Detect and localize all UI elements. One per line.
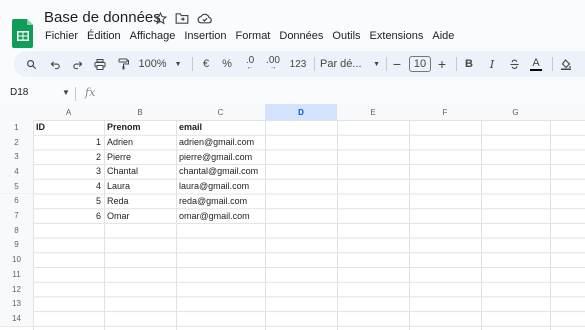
- cell-b7[interactable]: Omar: [104, 208, 176, 223]
- cell-b5[interactable]: Laura: [104, 179, 176, 194]
- row-header-12[interactable]: 12: [0, 281, 33, 297]
- cell-a6[interactable]: 5: [33, 194, 104, 209]
- redo-icon[interactable]: [70, 51, 84, 77]
- currency-format-button[interactable]: €: [200, 51, 212, 77]
- cell-b2[interactable]: Adrien: [104, 135, 176, 150]
- percent-format-button[interactable]: %: [220, 51, 234, 77]
- column-header-g[interactable]: G: [481, 104, 550, 120]
- chevron-down-icon: ▼: [174, 60, 182, 68]
- row-header-14[interactable]: 14: [0, 311, 33, 326]
- increase-font-size-button[interactable]: +: [435, 51, 449, 77]
- title-icons: [153, 11, 213, 30]
- row-header-2[interactable]: 2: [0, 134, 33, 150]
- formula-divider: [75, 87, 76, 101]
- column-header-a[interactable]: A: [33, 104, 104, 120]
- decrease-decimal-button[interactable]: .0 ←: [241, 51, 259, 77]
- cell-c2[interactable]: adrien@gmail.com: [176, 135, 265, 150]
- row-header-7[interactable]: 7: [0, 208, 33, 223]
- sheets-logo-icon[interactable]: [12, 18, 34, 48]
- bold-button[interactable]: B: [463, 51, 475, 77]
- menu-bar: Fichier Édition Affichage Insertion Form…: [45, 30, 463, 42]
- chevron-down-icon[interactable]: ▼: [62, 88, 70, 97]
- row-header-5[interactable]: 5: [0, 178, 33, 194]
- column-header[interactable]: [550, 104, 585, 120]
- increase-decimal-button[interactable]: .00 →: [263, 51, 283, 77]
- row-header-13[interactable]: 13: [0, 296, 33, 312]
- menu-affichage[interactable]: Affichage: [130, 30, 176, 42]
- cell-c1[interactable]: email: [176, 120, 265, 135]
- column-header-d[interactable]: D: [265, 104, 337, 120]
- cell-a2[interactable]: 1: [33, 135, 104, 150]
- row-header-1[interactable]: 1: [0, 120, 33, 135]
- menu-aide[interactable]: Aide: [432, 30, 454, 42]
- cell-a5[interactable]: 4: [33, 179, 104, 194]
- star-icon[interactable]: [153, 11, 168, 30]
- toolbar-divider: [314, 57, 315, 71]
- row-header-4[interactable]: 4: [0, 164, 33, 179]
- toolbar-divider: [386, 57, 387, 71]
- toolbar-divider: [456, 57, 457, 71]
- cell-c4[interactable]: chantal@gmail.com: [176, 164, 265, 179]
- search-menus-icon[interactable]: [24, 51, 38, 77]
- menu-insertion[interactable]: Insertion: [184, 30, 226, 42]
- more-formats-button[interactable]: 123: [288, 51, 308, 77]
- fill-color-icon[interactable]: [559, 51, 573, 77]
- cell-a4[interactable]: 3: [33, 164, 104, 179]
- column-header-c[interactable]: C: [176, 104, 265, 120]
- menu-outils[interactable]: Outils: [332, 30, 360, 42]
- cell-c6[interactable]: reda@gmail.com: [176, 194, 265, 209]
- fx-icon: fx: [85, 86, 96, 99]
- font-size-value: 10: [408, 56, 432, 72]
- cell-c5[interactable]: laura@gmail.com: [176, 179, 265, 194]
- document-title[interactable]: Base de données: [44, 9, 161, 26]
- cell-c7[interactable]: omar@gmail.com: [176, 208, 265, 223]
- row-header-10[interactable]: 10: [0, 252, 33, 267]
- chevron-down-icon: ▼: [373, 60, 380, 68]
- menu-format[interactable]: Format: [236, 30, 271, 42]
- strikethrough-icon[interactable]: [507, 51, 521, 77]
- font-size-input[interactable]: 10: [408, 51, 432, 77]
- name-box[interactable]: D18: [10, 87, 28, 98]
- arrow-right-icon: →: [269, 64, 277, 71]
- row-header-8[interactable]: 8: [0, 222, 33, 238]
- menu-extensions[interactable]: Extensions: [370, 30, 424, 42]
- column-header-b[interactable]: B: [104, 104, 176, 120]
- cell-b3[interactable]: Pierre: [104, 149, 176, 164]
- row-header-11[interactable]: 11: [0, 267, 33, 282]
- cell-b6[interactable]: Reda: [104, 194, 176, 209]
- zoom-select[interactable]: 100% ▼: [138, 51, 182, 77]
- row-header-6[interactable]: 6: [0, 193, 33, 209]
- menu-fichier[interactable]: Fichier: [45, 30, 78, 42]
- decrease-font-size-button[interactable]: −: [390, 51, 404, 77]
- menu-edition[interactable]: Édition: [87, 30, 121, 42]
- cell-b4[interactable]: Chantal: [104, 164, 176, 179]
- cell-b1[interactable]: Prenom: [104, 120, 176, 135]
- cloud-status-icon[interactable]: [197, 12, 213, 30]
- move-folder-icon[interactable]: [175, 12, 189, 30]
- column-header-f[interactable]: F: [409, 104, 481, 120]
- toolbar-divider: [552, 57, 553, 71]
- undo-icon[interactable]: [48, 51, 62, 77]
- spreadsheet-grid[interactable]: A B C D E F G 1 2 3 4 5 6 7 8 9 10 11 12 13 14 ID Prenom email…: [0, 104, 585, 330]
- toolbar-divider: [192, 57, 193, 71]
- row-header-3[interactable]: 3: [0, 149, 33, 165]
- text-color-button[interactable]: A: [529, 51, 543, 77]
- cell-a3[interactable]: 2: [33, 149, 104, 164]
- select-all-corner[interactable]: [0, 104, 33, 120]
- font-select[interactable]: Par dé... ▼: [320, 51, 380, 77]
- cell-a1[interactable]: ID: [33, 120, 104, 135]
- font-name: Par dé...: [320, 58, 362, 70]
- print-icon[interactable]: [93, 51, 107, 77]
- italic-button[interactable]: I: [486, 51, 498, 77]
- cell-a7[interactable]: 6: [33, 208, 104, 223]
- row-header-9[interactable]: 9: [0, 237, 33, 253]
- column-header-e[interactable]: E: [337, 104, 409, 120]
- text-color-swatch: [530, 68, 542, 71]
- cell-c3[interactable]: pierre@gmail.com: [176, 149, 265, 164]
- arrow-left-icon: ←: [246, 64, 254, 71]
- zoom-value: 100%: [138, 58, 167, 70]
- menu-donnees[interactable]: Données: [279, 30, 323, 42]
- paint-format-icon[interactable]: [116, 51, 130, 77]
- toolbar: 100% ▼ € % .0 ← .00 → 123 Par dé... ▼ − …: [14, 51, 585, 77]
